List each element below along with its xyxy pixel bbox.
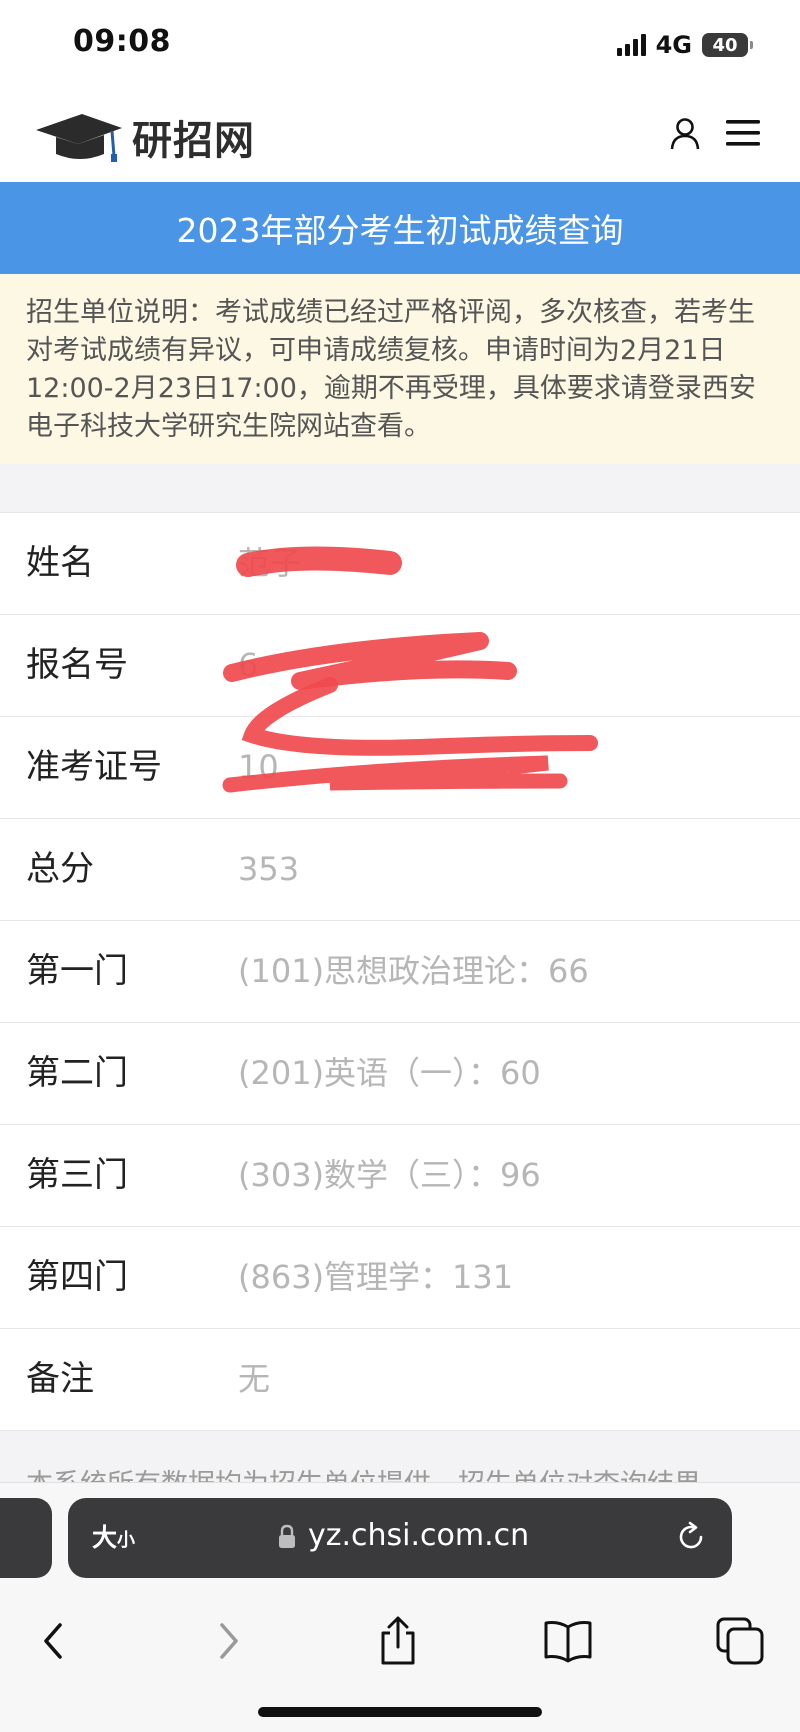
table-row: 第四门 (863)管理学：131 [0,1227,800,1329]
row-label: 准考证号 [26,747,162,787]
status-bar: 09:08 4G 40 [0,0,800,88]
previous-tab-preview[interactable] [0,1498,52,1578]
menu-icon[interactable] [724,118,762,148]
table-row: 报名号 6 [0,615,800,717]
table-row: 备注 无 [0,1329,800,1431]
row-label: 第三门 [26,1155,128,1195]
browser-toolbar: 大小 yz.chsi.com.cn [0,1482,800,1732]
table-row: 第三门 (303)数学（三）：96 [0,1125,800,1227]
row-value: (101)思想政治理论：66 [238,952,589,990]
table-row: 准考证号 10 [0,717,800,819]
row-label: 第二门 [26,1053,128,1093]
row-value: (201)英语（一）：60 [238,1054,541,1092]
tabs-icon[interactable] [712,1613,768,1669]
row-label: 报名号 [26,645,128,685]
row-value: (303)数学（三）：96 [238,1156,541,1194]
notice-text: 招生单位说明：考试成绩已经过严格评阅，多次核查，若考生对考试成绩有异议，可申请成… [26,297,756,442]
row-value: 10 [238,748,279,786]
user-icon[interactable] [668,116,702,150]
row-value: (863)管理学：131 [238,1258,514,1296]
back-icon[interactable] [26,1613,82,1669]
text-size-button[interactable]: 大小 [92,1518,135,1554]
address-bar[interactable]: 大小 yz.chsi.com.cn [68,1498,732,1578]
share-icon[interactable] [370,1613,426,1669]
table-row: 第一门 (101)思想政治理论：66 [0,921,800,1023]
site-header: 研招网 [0,88,800,183]
row-label: 总分 [26,849,94,889]
graduation-cap-icon[interactable] [34,110,124,166]
notice-box: 招生单位说明：考试成绩已经过严格评阅，多次核查，若考生对考试成绩有异议，可申请成… [0,274,800,464]
row-value: 范子 [238,544,303,582]
page-title-banner: 2023年部分考生初试成绩查询 [0,182,800,274]
battery-level: 40 [712,34,738,56]
status-time: 09:08 [73,24,171,59]
row-value: 353 [238,850,300,888]
row-label: 姓名 [26,543,94,583]
status-indicators: 4G 40 [616,30,753,60]
table-row: 总分 353 [0,819,800,921]
browser-nav-row [0,1601,800,1681]
home-indicator [258,1707,542,1717]
network-type: 4G [655,31,692,59]
row-value: 6 [238,646,259,684]
forward-icon[interactable] [200,1613,256,1669]
score-table: 姓名 范子 报名号 6 准考证号 10 总分 353 第一门 (101)思想政治… [0,512,800,1431]
row-value: 无 [238,1360,271,1398]
reload-icon[interactable] [674,1520,708,1554]
signal-icon [616,34,646,56]
site-logo-text[interactable]: 研招网 [132,108,255,166]
row-label: 第四门 [26,1257,128,1297]
bookmarks-icon[interactable] [540,1613,596,1669]
table-row: 姓名 范子 [0,513,800,615]
page-title: 2023年部分考生初试成绩查询 [176,211,624,250]
row-label: 备注 [26,1359,94,1399]
row-label: 第一门 [26,951,128,991]
text-size-small-label: 小 [117,1530,136,1551]
table-row: 第二门 (201)英语（一）：60 [0,1023,800,1125]
lock-icon [279,1524,295,1548]
url-text[interactable]: yz.chsi.com.cn [308,1518,529,1553]
battery-icon: 40 [702,33,753,57]
text-size-large-label: 大 [92,1523,118,1552]
